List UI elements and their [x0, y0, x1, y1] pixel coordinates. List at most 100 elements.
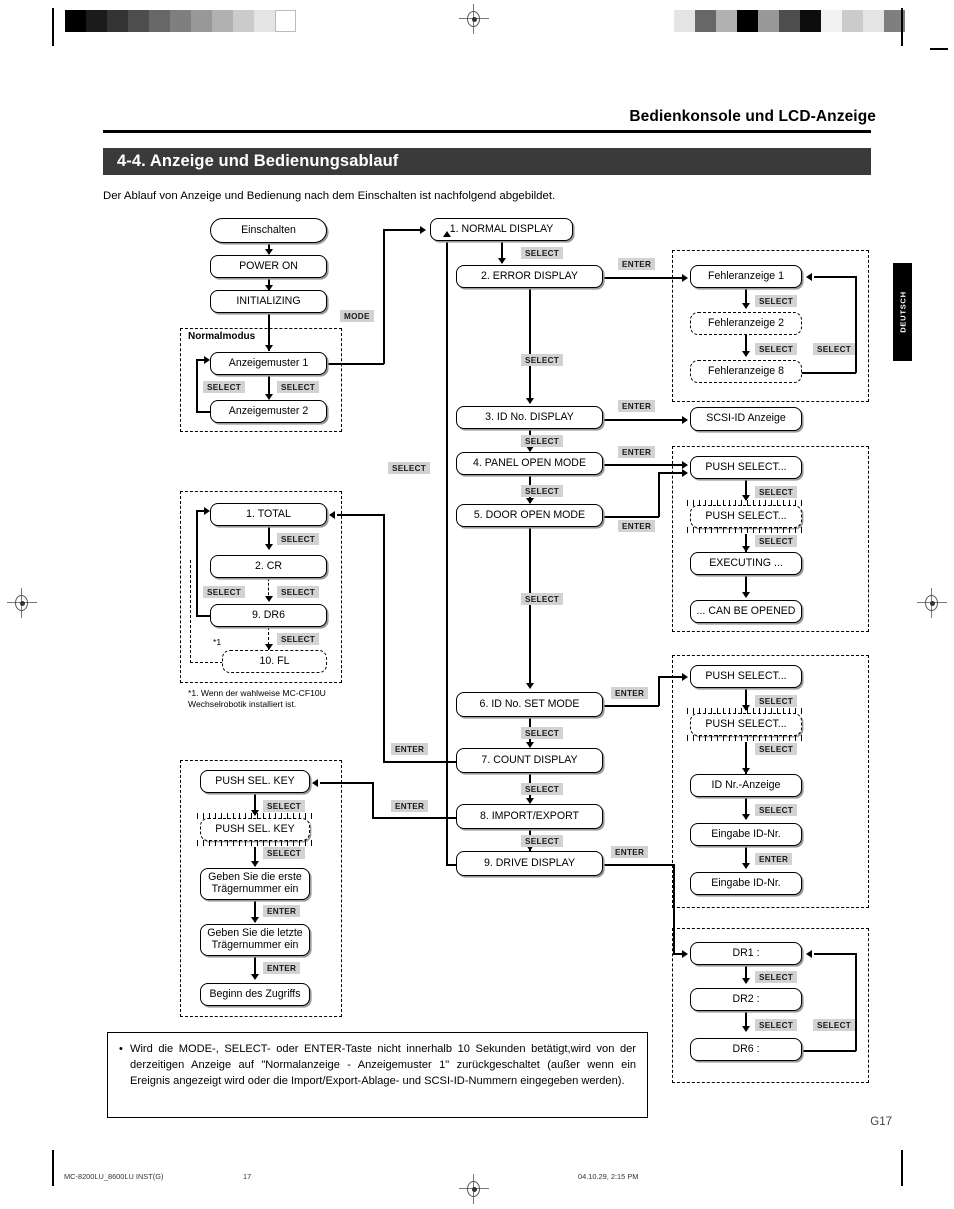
node-main-7-count-display: 7. COUNT DISPLAY: [456, 748, 603, 773]
arrow-dr6-fl: [264, 644, 273, 650]
flowchart: Normalmodus Einschalten POWER ON INITIAL…: [0, 0, 954, 1209]
conn-7-to-total-h1: [383, 761, 457, 763]
last-slot-input-label: Geben Sie die letzte Trägernummer ein: [207, 927, 303, 951]
node-initializing: INITIALIZING: [210, 290, 327, 313]
node-push-sel-key-2-blinking: PUSH SEL. KEY: [197, 813, 313, 846]
conn-8-to-imp-v: [372, 782, 374, 818]
key-badge-select-idset-2-display: SELECT: [755, 743, 798, 755]
key-badge-select-7-8: SELECT: [521, 783, 564, 795]
node-fehleranzeige-2: Fehleranzeige 2: [690, 312, 802, 335]
node-last-slot-input: Geben Sie die letzte Trägernummer ein: [200, 924, 310, 956]
arrow-poweron-to-init: [264, 285, 273, 291]
conn-fehler8-loop-h1: [800, 372, 856, 374]
arrow-exec-to-opened: [741, 592, 750, 598]
timeout-note-box: • Wird die MODE-, SELECT- oder ENTER-Tas…: [107, 1032, 648, 1118]
node-anzeigemuster-2: Anzeigemuster 2: [210, 400, 327, 423]
key-badge-select-dr6-fl: SELECT: [277, 633, 320, 645]
node-dr6: DR6 :: [690, 1038, 802, 1061]
key-badge-select-2-3: SELECT: [521, 354, 564, 366]
conn-5-to-push1-v: [658, 472, 660, 517]
key-badge-enter-scsi-id: ENTER: [618, 400, 656, 412]
key-badge-enter-first-slot: ENTER: [263, 905, 301, 917]
node-scsi-id-anzeige: SCSI-ID Anzeige: [690, 407, 802, 431]
key-badge-select-imp-1-2: SELECT: [263, 800, 306, 812]
conn-count-loop-v: [196, 510, 198, 616]
key-badge-select-cr-dr6: SELECT: [277, 586, 320, 598]
node-first-slot-input: Geben Sie die erste Trägernummer ein: [200, 868, 310, 900]
node-power-on-trigger: Einschalten: [210, 218, 327, 243]
key-badge-select-dr2-dr6: SELECT: [755, 1019, 798, 1031]
node-idset-push-select-1: PUSH SELECT...: [690, 665, 802, 688]
arrow-5-to-push1: [682, 468, 688, 477]
conn-pattern2-loop-h1: [196, 411, 211, 413]
arrow-8-to-imp: [312, 778, 318, 787]
key-badge-select-8-9: SELECT: [521, 835, 564, 847]
arrow-6-to-idset: [682, 672, 688, 681]
arrow-main-2-3: [525, 398, 534, 404]
conn-8-to-imp-h2: [320, 782, 373, 784]
node-open-push-select-2-blinking: PUSH SELECT...: [687, 500, 805, 533]
conn-6-to-idset-h1: [603, 705, 659, 707]
conn-9-to-dr1-v: [673, 864, 675, 954]
arrow-pattern1-to-pattern2: [264, 394, 273, 400]
node-power-on: POWER ON: [210, 255, 327, 278]
conn-fehler8-loop-v: [855, 276, 857, 373]
footer-file-name: MC-8200LU_8600LU INST(G): [64, 1172, 164, 1181]
conn-pattern2-loop-v: [196, 359, 198, 412]
key-badge-select-dr1-dr2: SELECT: [755, 971, 798, 983]
arrow-main-5-6: [525, 683, 534, 689]
key-badge-select-4-5: SELECT: [521, 485, 564, 497]
key-badge-select-6-7: SELECT: [521, 727, 564, 739]
key-badge-mode: MODE: [340, 310, 374, 322]
key-badge-select-5-6: SELECT: [521, 593, 564, 605]
footer-page-number: 17: [243, 1172, 252, 1181]
node-anzeigemuster-1: Anzeigemuster 1: [210, 352, 327, 375]
conn-dr6-loop-h2: [814, 953, 856, 955]
key-badge-select-fehler-1-2: SELECT: [755, 295, 798, 307]
count-footnote-text: *1. Wenn der wahlweise MC-CF10U Wechselr…: [188, 688, 348, 710]
node-fehleranzeige-1: Fehleranzeige 1: [690, 265, 802, 288]
arrow-init-to-pattern1: [264, 345, 273, 351]
arrow-2-to-fehler1: [682, 273, 688, 282]
arrow-idset-2-display: [741, 768, 750, 774]
count-footnote-line: *1. Wenn der wahlweise MC-CF10U Wechselr…: [188, 688, 326, 710]
key-badge-select-pattern-right: SELECT: [277, 381, 320, 393]
node-open-push-select-1: PUSH SELECT...: [690, 456, 802, 479]
key-badge-enter-import-export: ENTER: [391, 800, 429, 812]
first-slot-input-label: Geben Sie die erste Trägernummer ein: [208, 871, 302, 895]
node-dr1: DR1 :: [690, 942, 802, 965]
node-idset-push-select-2-blinking: PUSH SELECT...: [687, 708, 805, 741]
key-badge-enter-drive: ENTER: [611, 846, 649, 858]
arrow-dr2-dr6: [741, 1026, 750, 1032]
arrow-3-to-scsi: [682, 415, 688, 424]
key-badge-enter-id-set: ENTER: [611, 687, 649, 699]
conn-fehler8-loop-h2: [814, 276, 856, 278]
key-badge-select-open-1-2: SELECT: [755, 486, 798, 498]
node-access-start: Beginn des Zugriffs: [200, 983, 310, 1006]
conn-8-to-imp-h1: [372, 817, 458, 819]
key-badge-select-3-4: SELECT: [521, 435, 564, 447]
node-count-9-dr6: 9. DR6: [210, 604, 327, 627]
key-badge-select-count-left: SELECT: [203, 586, 246, 598]
key-badge-enter-door-open: ENTER: [618, 520, 656, 532]
arrow-4-to-push1: [682, 460, 688, 469]
conn-mode-v: [383, 229, 385, 364]
node-main-5-door-open-mode: 5. DOOR OPEN MODE: [456, 504, 603, 527]
key-badge-select-pattern-left: SELECT: [203, 381, 246, 393]
node-fehleranzeige-8: Fehleranzeige 8: [690, 360, 802, 383]
conn-5-to-push1-h1: [603, 516, 659, 518]
conn-mode-h2: [383, 229, 421, 231]
conn-7-to-total-v: [383, 514, 385, 762]
key-badge-select-idset-display-input: SELECT: [755, 804, 798, 816]
node-main-3-id-no-display: 3. ID No. DISPLAY: [456, 406, 603, 429]
page-marker: G17: [870, 1116, 892, 1128]
node-push-sel-key-1: PUSH SEL. KEY: [200, 770, 310, 793]
manual-page: Bedienkonsole und LCD-Anzeige 4-4. Anzei…: [0, 0, 954, 1209]
arrow-dr6-loop: [806, 949, 812, 958]
key-badge-select-fehler-loop: SELECT: [813, 343, 856, 355]
key-badge-select-1-2: SELECT: [521, 247, 564, 259]
node-main-6-id-no-set-mode: 6. ID No. SET MODE: [456, 692, 603, 717]
key-badge-select-loop-back: SELECT: [388, 462, 431, 474]
note-bullet: •: [119, 1043, 123, 1055]
arrow-imp-2-first: [250, 861, 259, 867]
